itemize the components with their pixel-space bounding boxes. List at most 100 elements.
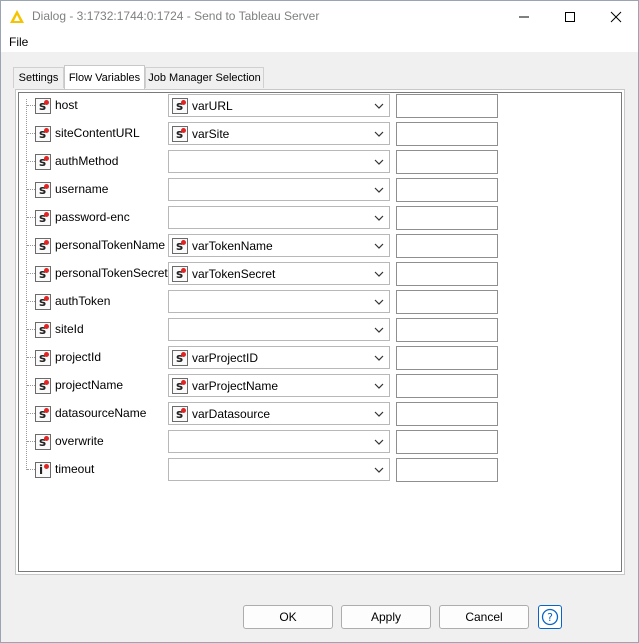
chevron-down-icon	[374, 411, 384, 417]
string-type-icon: s	[172, 266, 188, 282]
type-dot	[44, 156, 49, 161]
string-type-icon: s	[35, 182, 51, 198]
variable-select[interactable]	[168, 430, 390, 453]
variable-name: projectName	[55, 378, 124, 392]
type-dot	[181, 352, 186, 357]
tree-branch	[27, 105, 35, 106]
type-dot	[181, 128, 186, 133]
tree-branch	[27, 217, 35, 218]
string-type-icon: s	[35, 126, 51, 142]
variable-name: overwrite	[55, 434, 104, 448]
variable-select[interactable]: s varProjectName	[168, 374, 390, 397]
selected-variable: varTokenSecret	[192, 267, 276, 281]
help-icon: ?	[541, 608, 559, 626]
new-variable-input[interactable]	[396, 206, 498, 230]
variable-row: s projectName s varProjectName	[1, 372, 639, 400]
chevron-down-icon	[374, 467, 384, 473]
new-variable-input[interactable]	[396, 346, 498, 370]
chevron-down-icon	[374, 215, 384, 221]
chevron-down-icon	[374, 159, 384, 165]
new-variable-input[interactable]	[396, 262, 498, 286]
integer-type-icon: i	[35, 462, 51, 478]
variable-select[interactable]: s varTokenName	[168, 234, 390, 257]
title-bar[interactable]: Dialog - 3:1732:1744:0:1724 - Send to Ta…	[1, 1, 638, 32]
new-variable-input[interactable]	[396, 122, 498, 146]
variable-select[interactable]: s varSite	[168, 122, 390, 145]
cancel-button[interactable]: Cancel	[439, 605, 529, 629]
menu-file[interactable]: File	[9, 35, 28, 49]
variable-row: s personalTokenName s varTokenName	[1, 232, 639, 260]
chevron-down-icon	[374, 299, 384, 305]
type-dot	[181, 240, 186, 245]
variable-row: s personalTokenSecret s varTokenSecret	[1, 260, 639, 288]
type-dot	[44, 324, 49, 329]
tab-job-manager-selection[interactable]: Job Manager Selection	[145, 67, 264, 88]
ok-button[interactable]: OK	[243, 605, 333, 629]
variable-name: authToken	[55, 294, 111, 308]
selected-variable: varSite	[192, 127, 230, 141]
variable-name: username	[55, 182, 109, 196]
help-button[interactable]: ?	[538, 605, 562, 629]
string-type-icon: s	[172, 406, 188, 422]
new-variable-input[interactable]	[396, 178, 498, 202]
new-variable-input[interactable]	[396, 290, 498, 314]
apply-button[interactable]: Apply	[341, 605, 431, 629]
close-window-button[interactable]	[593, 1, 639, 32]
chevron-down-icon	[374, 271, 384, 277]
string-type-icon: s	[35, 154, 51, 170]
type-dot	[44, 268, 49, 273]
variable-select[interactable]	[168, 318, 390, 341]
variable-select[interactable]	[168, 178, 390, 201]
string-type-icon: s	[172, 350, 188, 366]
type-dot	[44, 100, 49, 105]
type-dot	[181, 100, 186, 105]
tab-flow-variables[interactable]: Flow Variables	[64, 65, 145, 89]
string-type-icon: s	[35, 434, 51, 450]
tree-branch	[27, 301, 35, 302]
variable-select[interactable]	[168, 206, 390, 229]
variable-select[interactable]: s varTokenSecret	[168, 262, 390, 285]
new-variable-input[interactable]	[396, 374, 498, 398]
new-variable-input[interactable]	[396, 318, 498, 342]
close-icon	[610, 11, 622, 22]
new-variable-input[interactable]	[396, 234, 498, 258]
new-variable-input[interactable]	[396, 430, 498, 454]
tree-branch	[27, 273, 35, 274]
variable-select[interactable]	[168, 290, 390, 313]
minimize-button[interactable]	[501, 1, 547, 32]
variable-row: s password-enc	[1, 204, 639, 232]
new-variable-input[interactable]	[396, 458, 498, 482]
variable-row: s siteContentURL s varSite	[1, 120, 639, 148]
string-type-icon: s	[35, 378, 51, 394]
variable-name: timeout	[55, 462, 95, 476]
variable-row: s projectId s varProjectID	[1, 344, 639, 372]
variable-select[interactable]: s varURL	[168, 94, 390, 117]
variable-select[interactable]: s varProjectID	[168, 346, 390, 369]
maximize-button[interactable]	[547, 1, 593, 32]
type-dot	[44, 464, 49, 469]
string-type-icon: s	[35, 350, 51, 366]
string-type-icon: s	[172, 378, 188, 394]
type-glyph: i	[39, 463, 44, 477]
type-dot	[181, 408, 186, 413]
string-type-icon: s	[35, 294, 51, 310]
new-variable-input[interactable]	[396, 94, 498, 118]
tree-branch	[27, 385, 35, 386]
knime-triangle-icon	[10, 10, 24, 23]
variable-select[interactable]: s varDatasource	[168, 402, 390, 425]
chevron-down-icon	[374, 327, 384, 333]
tree-branch	[27, 133, 35, 134]
variable-row: s overwrite	[1, 428, 639, 456]
svg-text:?: ?	[547, 611, 553, 624]
variable-select[interactable]	[168, 458, 390, 481]
maximize-icon	[565, 11, 575, 22]
type-dot	[44, 352, 49, 357]
string-type-icon: s	[35, 266, 51, 282]
new-variable-input[interactable]	[396, 150, 498, 174]
variable-select[interactable]	[168, 150, 390, 173]
new-variable-input[interactable]	[396, 402, 498, 426]
chevron-down-icon	[374, 383, 384, 389]
tab-settings[interactable]: Settings	[13, 67, 64, 88]
type-dot	[44, 212, 49, 217]
type-dot	[44, 408, 49, 413]
